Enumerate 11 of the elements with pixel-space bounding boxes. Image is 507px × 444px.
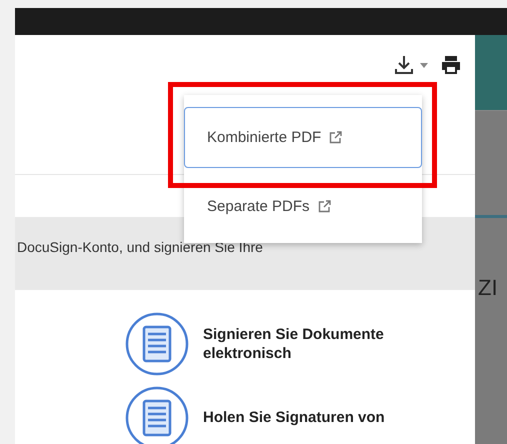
side-text: ZI — [477, 275, 499, 301]
document-icon — [125, 386, 189, 444]
feature-text: Signieren Sie Dokumente elektronisch — [203, 324, 385, 364]
download-button[interactable] — [395, 55, 431, 75]
menu-item[interactable]: Separate PDFs — [184, 190, 422, 222]
external-link-icon — [318, 200, 331, 212]
feature-text: Holen Sie Signaturen von — [203, 408, 386, 428]
document-icon — [125, 312, 189, 376]
print-icon[interactable] — [441, 55, 461, 75]
menu-item[interactable]: Kombinierte PDF — [184, 107, 422, 168]
external-link-icon — [329, 131, 342, 144]
